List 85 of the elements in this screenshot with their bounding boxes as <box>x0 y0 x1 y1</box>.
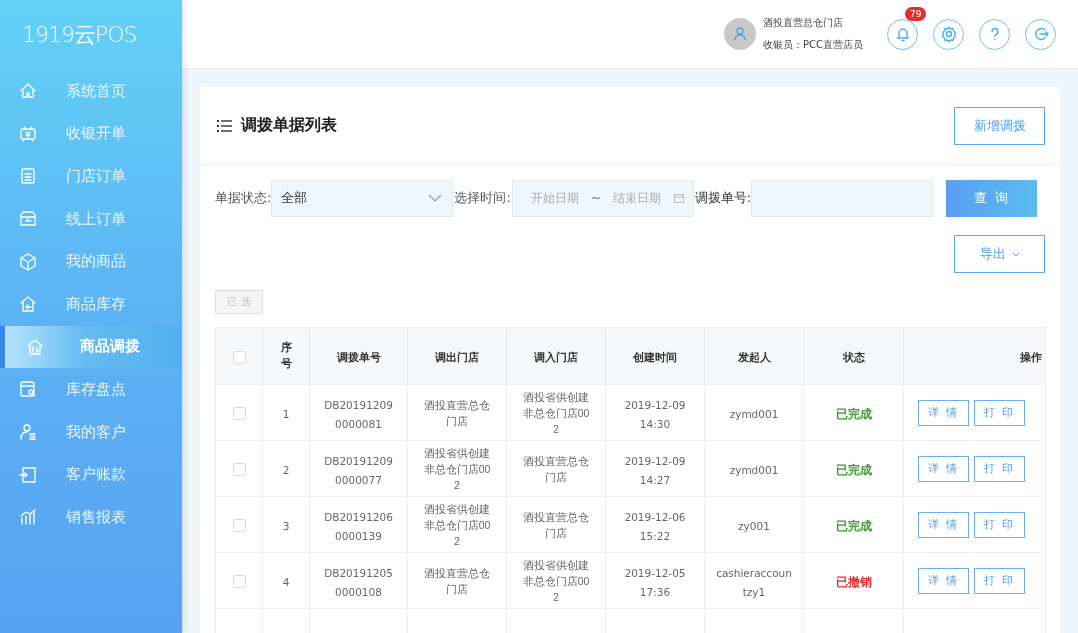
date-range-field[interactable]: 开始日期 ~ 结束日期 <box>511 179 694 217</box>
details-button[interactable]: 详 情 <box>918 511 969 538</box>
table-cell-text: 酒投省供创建非总仓门店002 <box>521 557 591 605</box>
table-cell: 3 <box>282 520 290 532</box>
table-cell-text: 酒投省供创建非总仓门店002 <box>422 501 492 549</box>
table-cell-text: 酒投直营总仓门店 <box>522 453 590 485</box>
checkbox[interactable] <box>232 463 246 476</box>
column-header: 操作 <box>1020 351 1042 364</box>
table-cell-text: 酒投直营总仓门店 <box>423 565 491 597</box>
table-cell: DB20191205 0000108 <box>324 566 393 598</box>
details-button[interactable]: 详 情 <box>918 455 969 482</box>
table-cell: 2019-12-09 14:30 <box>624 398 686 430</box>
table-cell: 2019-12-09 14:27 <box>624 454 686 486</box>
document-search-icon <box>18 379 38 400</box>
time-label: 选择时间: <box>454 189 511 207</box>
column-header: 序号 <box>280 340 292 372</box>
sidebar-item[interactable]: 收银开单 <box>0 112 182 156</box>
add-transfer-button[interactable]: 新增调拨 <box>954 106 1045 145</box>
sidebar-item[interactable]: 线上订单 <box>0 197 182 241</box>
chevron-down-icon <box>428 194 443 202</box>
table-cell: cashieraccoun tzy1 <box>716 566 792 598</box>
table-cell-text: 酒投省供创建非总仓门店002 <box>521 389 591 437</box>
print-button[interactable]: 打 印 <box>974 511 1025 538</box>
column-header: 调出门店 <box>435 351 479 364</box>
store-name: 酒投直营总仓门店 <box>763 16 844 30</box>
table-cell: 2019-12-06 15:22 <box>624 510 686 542</box>
checkbox[interactable] <box>232 519 246 532</box>
cube-icon <box>18 251 38 272</box>
table-cell: DB20191209 0000081 <box>324 398 393 430</box>
sidebar-item[interactable]: 我的客户 <box>0 410 182 454</box>
status-dropdown[interactable]: 全部 <box>271 179 454 217</box>
notification-count: 79 <box>905 6 927 21</box>
caret-icon <box>1011 251 1020 257</box>
document-icon <box>18 166 38 187</box>
house-arrow-icon <box>18 294 38 315</box>
query-button[interactable]: 查 询 <box>946 179 1038 217</box>
table-cell: 2 <box>282 464 290 476</box>
table-cell: zymd001 <box>729 408 779 420</box>
cashier-name: 收银员：PCC直营店员 <box>763 38 863 52</box>
table-cell: 2019-12-05 17:36 <box>624 566 686 598</box>
column-header: 状态 <box>842 351 865 364</box>
column-header: 调入门店 <box>534 351 578 364</box>
sidebar-item[interactable]: 门店订单 <box>0 155 182 198</box>
sidebar-item[interactable]: 销售报表 <box>0 495 182 539</box>
details-button[interactable]: 详 情 <box>918 567 969 594</box>
table-cell: 1 <box>282 408 290 420</box>
column-header: 调拨单号 <box>336 351 381 364</box>
status-text: 已完成 <box>835 406 872 421</box>
table-cell: zy001 <box>738 520 770 532</box>
sidebar-item[interactable]: 客户账款 <box>0 453 182 496</box>
column-header: 创建时间 <box>633 351 677 364</box>
table-cell: zymd001 <box>729 464 779 476</box>
print-button[interactable]: 打 印 <box>974 399 1025 426</box>
table-cell: DB20191206 0000139 <box>324 510 393 542</box>
print-button[interactable]: 打 印 <box>974 567 1025 594</box>
checkbox[interactable] <box>232 575 246 588</box>
checkbox[interactable] <box>232 350 246 364</box>
column-header: 发起人 <box>737 351 771 364</box>
sidebar-item[interactable]: 我的商品 <box>0 240 182 283</box>
sidebar-item[interactable]: 库存盘点 <box>0 368 182 411</box>
user-list-icon <box>18 422 38 443</box>
order-number-field[interactable] <box>751 179 934 217</box>
status-text: 已完成 <box>835 462 872 477</box>
status-label: 单据状态: <box>215 189 272 207</box>
table-cell: DB20191209 0000077 <box>324 454 393 486</box>
table-cell-text: 酒投直营总仓门店 <box>423 397 491 429</box>
checkbox[interactable] <box>232 407 246 420</box>
table-cell-text: 酒投省供创建非总仓门店002 <box>422 445 492 493</box>
list-icon <box>217 119 232 132</box>
number-label: 调拨单号: <box>694 189 752 207</box>
table-cell: 4 <box>282 576 290 588</box>
page-title: 调拨单据列表 <box>241 115 337 136</box>
status-text: 已撤销 <box>835 574 872 589</box>
export-button[interactable]: 导出 <box>954 235 1045 273</box>
print-button[interactable]: 打 印 <box>974 455 1025 482</box>
calendar-icon <box>673 193 684 203</box>
sidebar-item[interactable]: 商品库存 <box>0 282 182 326</box>
status-text: 已完成 <box>835 518 872 533</box>
table-cell-text: 酒投直营总仓门店 <box>522 509 590 541</box>
logo: 1919云POS <box>21 21 138 49</box>
avatar-icon[interactable] <box>724 18 756 50</box>
sidebar-item[interactable]: 商品调拨 <box>0 325 182 369</box>
details-button[interactable]: 详 情 <box>918 399 969 426</box>
sidebar-item[interactable]: 系统首页 <box>0 70 182 113</box>
login-box-icon <box>18 464 38 485</box>
